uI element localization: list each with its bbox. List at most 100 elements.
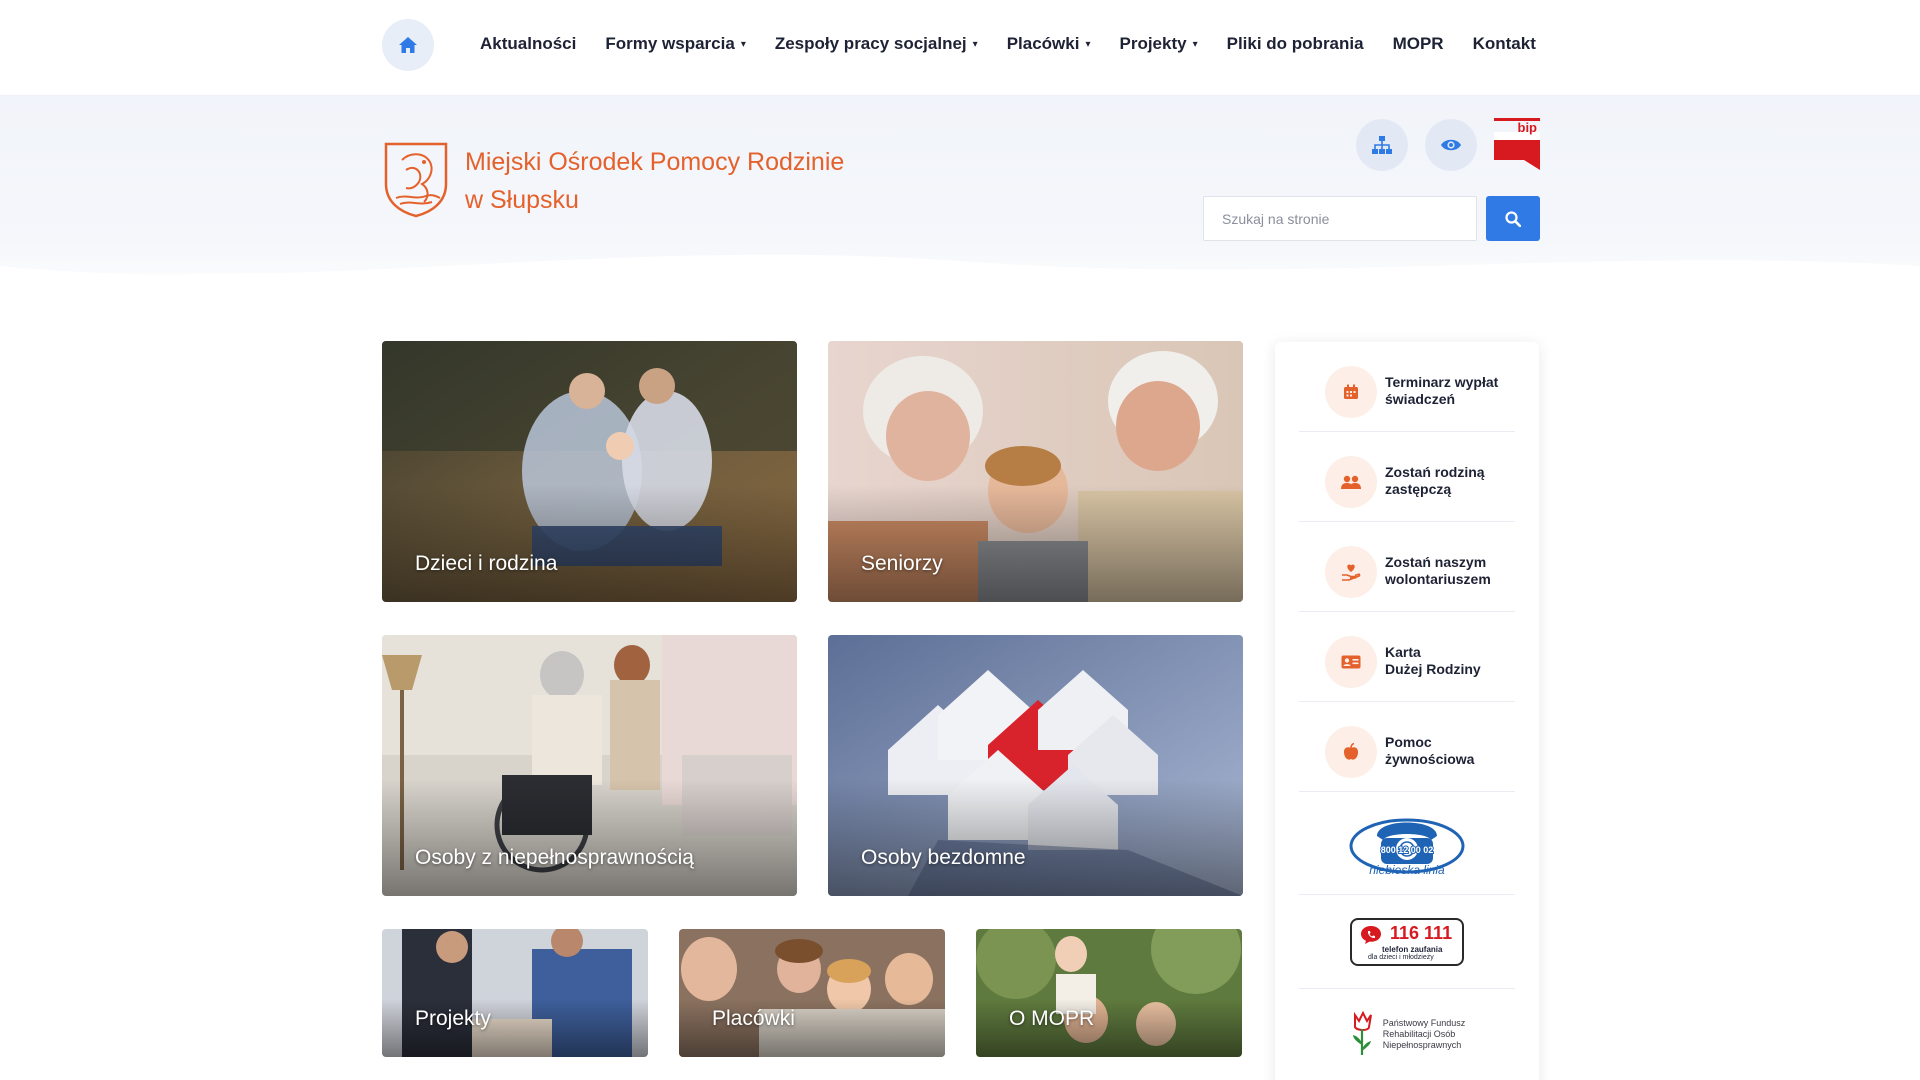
nav-item-aktualnosci[interactable]: Aktualności xyxy=(480,34,576,54)
sidebar-link-line1: Zostań naszym xyxy=(1385,554,1487,570)
tile-label: Osoby bezdomne xyxy=(861,846,1026,869)
nav-item-label: Placówki xyxy=(1006,34,1080,53)
search-icon xyxy=(1505,210,1521,227)
sidebar-link-line2: Dużej Rodziny xyxy=(1385,661,1481,677)
tile-label: Dzieci i rodzina xyxy=(415,552,558,575)
sidebar-link-terminarz[interactable]: Terminarz wypłat świadczeń xyxy=(1299,342,1515,432)
quick-links-sidebar: Terminarz wypłat świadczeń Zostań rodzin… xyxy=(1275,342,1539,1080)
helpline-number: 116 111 xyxy=(1390,922,1453,943)
nav-item-label: Kontakt xyxy=(1472,34,1536,53)
telefon-zaufania-badge[interactable]: 116 111 telefon zaufania dla dzieci i mł… xyxy=(1299,895,1515,989)
sidebar-link-line2: zastępczą xyxy=(1385,481,1452,497)
nav-item-formy-wsparcia[interactable]: Formy wsparcia ▾ xyxy=(605,34,745,54)
eye-icon xyxy=(1441,139,1461,151)
nav-item-label: Pliki do pobrania xyxy=(1226,34,1364,53)
nav-item-label: Zespoły pracy socjalnej xyxy=(774,34,967,53)
search-input[interactable] xyxy=(1203,196,1477,241)
org-name-line2: w Słupsku xyxy=(465,186,579,214)
id-card-icon-wrap xyxy=(1325,636,1377,688)
tile-shade xyxy=(382,778,797,896)
sidebar-link-line1: Karta xyxy=(1385,644,1421,660)
chevron-down-icon: ▾ xyxy=(1085,38,1091,50)
users-icon xyxy=(1341,475,1361,489)
sidebar-link-label: Zostań naszym wolontariuszem xyxy=(1385,554,1515,588)
calendar-icon-wrap xyxy=(1325,366,1377,418)
calendar-icon xyxy=(1344,384,1358,399)
niebieska-linia-logo: 800 12 00 02 niebieska linia xyxy=(1349,818,1465,877)
helpline-logo: 116 111 telefon zaufania dla dzieci i mł… xyxy=(1350,917,1464,966)
nav-item-projekty[interactable]: Projekty ▾ xyxy=(1119,34,1197,54)
apple-icon-wrap xyxy=(1325,726,1377,778)
nav-item-pliki-do-pobrania[interactable]: Pliki do pobrania xyxy=(1227,34,1364,54)
niebieska-linia-badge[interactable]: 800 12 00 02 niebieska linia xyxy=(1299,792,1515,895)
nav-item-label: Formy wsparcia xyxy=(605,34,735,53)
header-wave-decoration xyxy=(0,254,1920,306)
sidebar-link-line1: Terminarz wypłat xyxy=(1385,374,1499,390)
bip-label: bip xyxy=(1517,120,1538,135)
sidebar-link-label: Pomoc żywnościowa xyxy=(1385,734,1515,768)
chevron-down-icon: ▾ xyxy=(972,38,978,50)
pfron-line3: Niepełnosprawnych xyxy=(1382,1039,1462,1050)
tile-label: Osoby z niepełnosprawnością xyxy=(415,846,694,869)
niebieska-linia-number: 800 12 00 02 xyxy=(1381,845,1434,855)
nav-item-label: Aktualności xyxy=(480,34,577,53)
nav-item-label: MOPR xyxy=(1392,34,1444,53)
mopr-logo[interactable] xyxy=(382,140,450,218)
tile-shade xyxy=(828,484,1243,602)
nav-item-placowki[interactable]: Placówki ▾ xyxy=(1007,34,1091,54)
sidebar-link-rodzina-zastepcza[interactable]: Zostań rodziną zastępczą xyxy=(1299,432,1515,522)
home-icon xyxy=(399,37,417,53)
main-menu: Aktualności Formy wsparcia ▾ Zespoły pra… xyxy=(480,30,1565,58)
search-button[interactable] xyxy=(1486,196,1540,241)
users-icon-wrap xyxy=(1325,456,1377,508)
hand-heart-icon-wrap xyxy=(1325,546,1377,598)
tile-dzieci-i-rodzina[interactable]: Dzieci i rodzina xyxy=(382,341,797,602)
organization-name[interactable]: Miejski Ośrodek Pomocy Rodzinie w Słupsk… xyxy=(465,143,925,219)
home-button[interactable] xyxy=(382,19,434,71)
niebieska-linia-name: niebieska linia xyxy=(1369,863,1445,877)
pfron-text: Państwowy Fundusz Rehabilitacji Osób Nie… xyxy=(1383,1018,1466,1051)
sidebar-link-label: Zostań rodziną zastępczą xyxy=(1385,464,1515,498)
nav-item-mopr[interactable]: MOPR xyxy=(1393,34,1444,54)
tile-seniorzy[interactable]: Seniorzy xyxy=(828,341,1243,602)
tile-shade xyxy=(382,484,797,602)
helpline-line2: dla dzieci i młodzieży xyxy=(1368,953,1434,961)
nav-item-kontakt[interactable]: Kontakt xyxy=(1473,34,1536,54)
bip-link[interactable]: bip xyxy=(1494,118,1540,170)
tile-placowki[interactable]: Placówki xyxy=(679,929,945,1057)
pfron-tulip-logo xyxy=(1352,1011,1372,1055)
sidebar-link-wolontariat[interactable]: Zostań naszym wolontariuszem xyxy=(1299,522,1515,612)
sidebar-link-line2: świadczeń xyxy=(1385,391,1456,407)
tile-osoby-bezdomne[interactable]: Osoby bezdomne xyxy=(828,635,1243,896)
sidebar-link-line1: Zostań rodziną xyxy=(1385,464,1485,480)
sidebar-link-line1: Pomoc xyxy=(1385,734,1432,750)
tile-o-mopr[interactable]: O MOPR xyxy=(976,929,1242,1057)
sidebar-link-pomoc-zywnosciowa[interactable]: Pomoc żywnościowa xyxy=(1299,702,1515,792)
tile-label: Placówki xyxy=(712,1007,795,1030)
sidebar-link-label: Terminarz wypłat świadczeń xyxy=(1385,374,1515,408)
helpline-line1: telefon zaufania xyxy=(1382,944,1443,954)
org-name-line1: Miejski Ośrodek Pomocy Rodzinie xyxy=(465,148,845,176)
tile-osoby-z-niepelnosprawnoscia[interactable]: Osoby z niepełnosprawnością xyxy=(382,635,797,896)
pfron-line1: Państwowy Fundusz xyxy=(1382,1017,1466,1028)
chevron-down-icon: ▾ xyxy=(1192,38,1198,50)
apple-icon xyxy=(1343,743,1359,760)
sidebar-link-line2: żywnościowa xyxy=(1385,751,1475,767)
phone-bubble-icon xyxy=(1361,925,1381,944)
hand-heart-icon xyxy=(1342,564,1361,581)
tile-label: O MOPR xyxy=(1009,1007,1095,1030)
nav-item-zespoly-pracy-socjalnej[interactable]: Zespoły pracy socjalnej ▾ xyxy=(775,34,978,54)
nav-item-label: Projekty xyxy=(1119,34,1187,53)
sitemap-button[interactable] xyxy=(1356,119,1408,171)
sidebar-link-line2: wolontariuszem xyxy=(1385,571,1491,587)
chevron-down-icon: ▾ xyxy=(740,38,746,50)
header-band xyxy=(0,96,1920,306)
pfron-badge[interactable]: Państwowy Fundusz Rehabilitacji Osób Nie… xyxy=(1299,989,1515,1079)
tile-label: Seniorzy xyxy=(861,552,943,575)
tile-projekty[interactable]: Projekty xyxy=(382,929,648,1057)
sitemap-icon xyxy=(1372,136,1392,154)
tile-label: Projekty xyxy=(415,1007,491,1030)
id-card-icon xyxy=(1341,655,1361,669)
sidebar-link-karta-duzej-rodziny[interactable]: Karta Dużej Rodziny xyxy=(1299,612,1515,702)
accessibility-contrast-button[interactable] xyxy=(1425,119,1477,171)
